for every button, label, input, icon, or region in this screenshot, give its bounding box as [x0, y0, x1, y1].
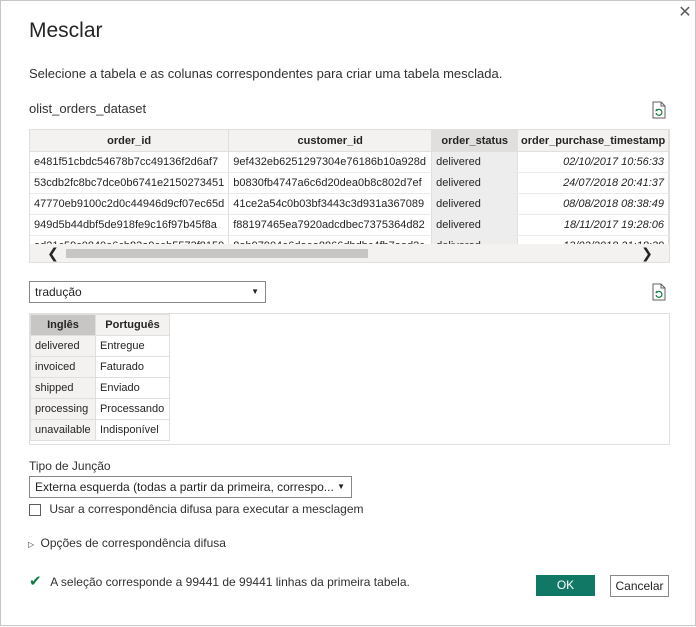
table-cell: 13/02/2018 21:18:39 — [517, 235, 669, 244]
table-cell: unavailable — [30, 419, 96, 441]
dialog-subtitle: Selecione a tabela e as colunas correspo… — [29, 66, 503, 81]
table-row: 47770eb9100c2d0c44946d9cf07ec65d 41ce2a5… — [30, 193, 669, 215]
chevron-right-icon: ▷ — [28, 540, 35, 549]
close-icon[interactable]: ✕ — [675, 3, 695, 23]
table-cell: delivered — [30, 335, 96, 357]
refresh-preview-icon[interactable] — [651, 283, 667, 301]
table-cell: invoiced — [30, 356, 96, 378]
match-status: ✔ A seleção corresponde a 99441 de 99441… — [29, 572, 410, 590]
scrollbar-thumb[interactable] — [66, 249, 368, 258]
table-cell: Enviado — [95, 377, 170, 399]
second-table-preview[interactable]: Inglês Português delivered Entregue invo… — [29, 313, 670, 445]
scroll-left-icon[interactable]: ❮ — [44, 244, 62, 262]
table-row: 53cdb2fc8bc7dce0b6741e2150273451 b0830fb… — [30, 172, 669, 194]
match-status-text: A seleção corresponde a 99441 de 99441 l… — [50, 575, 410, 589]
join-type-label: Tipo de Junção — [29, 459, 111, 473]
table-row: e481f51cbdc54678b7cc49136f2d6af7 9ef432e… — [30, 151, 669, 173]
checkmark-icon: ✔ — [29, 573, 42, 590]
table-cell: 949d5b44dbf5de918fe9c16f97b45f8a — [30, 214, 230, 236]
table-cell: Entregue — [95, 335, 170, 357]
table-cell: Faturado — [95, 356, 170, 378]
table-cell: Indisponível — [95, 419, 170, 441]
table-cell: 18/11/2017 19:28:06 — [517, 214, 669, 236]
first-table-name: olist_orders_dataset — [29, 101, 147, 116]
horizontal-scrollbar[interactable]: ❮ ❯ — [30, 244, 669, 262]
table-cell: delivered — [431, 193, 519, 215]
table-cell: e481f51cbdc54678b7cc49136f2d6af7 — [30, 151, 230, 173]
join-type-value: Externa esquerda (todas a partir da prim… — [35, 480, 334, 494]
fuzzy-match-label[interactable]: Usar a correspondência difusa para execu… — [49, 502, 363, 516]
fuzzy-options-expander[interactable]: ▷ Opções de correspondência difusa — [28, 536, 226, 550]
second-table-dropdown-value: tradução — [35, 285, 82, 299]
table-cell: 41ce2a54c0b03bf3443c3d931a367089 — [228, 193, 433, 215]
table-row: invoiced Faturado — [30, 356, 170, 378]
chevron-down-icon: ▼ — [251, 287, 259, 296]
fuzzy-options-label: Opções de correspondência difusa — [40, 536, 226, 550]
fuzzy-match-option: Usar a correspondência difusa para execu… — [29, 502, 364, 516]
column-header-ingles[interactable]: Inglês — [30, 314, 96, 336]
merge-dialog: ✕ Mesclar Selecione a tabela e as coluna… — [0, 0, 696, 626]
table-cell: processing — [30, 398, 96, 420]
table-row: shipped Enviado — [30, 377, 170, 399]
table-cell: f88197465ea7920adcdbec7375364d82 — [228, 214, 433, 236]
table-cell: delivered — [431, 172, 519, 194]
table-cell: 24/07/2018 20:41:37 — [517, 172, 669, 194]
table-cell: 47770eb9100c2d0c44946d9cf07ec65d — [30, 193, 230, 215]
ok-button[interactable]: OK — [536, 575, 595, 596]
second-table-dropdown[interactable]: tradução ▼ — [29, 281, 266, 303]
refresh-preview-icon[interactable] — [651, 101, 667, 119]
join-type-select[interactable]: Externa esquerda (todas a partir da prim… — [29, 476, 352, 498]
table-cell: delivered — [431, 214, 519, 236]
column-header-order-id[interactable]: order_id — [30, 130, 230, 152]
table-cell: b0830fb4747a6c6d20dea0b8c802d7ef — [228, 172, 433, 194]
table-cell: delivered — [431, 235, 519, 244]
table-cell: delivered — [431, 151, 519, 173]
first-table-preview[interactable]: order_id customer_id order_status order_… — [29, 129, 670, 263]
cancel-button[interactable]: Cancelar — [610, 575, 669, 597]
dialog-title: Mesclar — [29, 19, 103, 42]
table-row: processing Processando — [30, 398, 170, 420]
column-header-order-status[interactable]: order_status — [431, 130, 519, 152]
chevron-down-icon: ▼ — [337, 482, 345, 491]
table-cell: shipped — [30, 377, 96, 399]
table-cell: 08/08/2018 08:38:49 — [517, 193, 669, 215]
scroll-right-icon[interactable]: ❯ — [638, 244, 656, 262]
table-row: delivered Entregue — [30, 335, 170, 357]
table-cell: 53cdb2fc8bc7dce0b6741e2150273451 — [30, 172, 230, 194]
fuzzy-match-checkbox[interactable] — [29, 503, 41, 516]
column-header-order-purchase-timestamp[interactable]: order_purchase_timestamp — [517, 130, 669, 152]
table-header-row: order_id customer_id order_status order_… — [30, 130, 669, 152]
column-header-customer-id[interactable]: customer_id — [228, 130, 433, 152]
table-cell: 8ab97904e6daea8866dbdbc4fb7aad2c — [228, 235, 433, 244]
table-header-row: Inglês Português — [30, 314, 170, 336]
table-row: unavailable Indisponível — [30, 419, 170, 441]
table-cell: ad21c59c0840e6cb83a9ceb5573f8159 — [30, 235, 230, 244]
table-cell: 9ef432eb6251297304e76186b10a928d — [228, 151, 433, 173]
table-cell: 02/10/2017 10:56:33 — [517, 151, 669, 173]
column-header-portugues[interactable]: Português — [95, 314, 170, 336]
table-row: 949d5b44dbf5de918fe9c16f97b45f8a f881974… — [30, 214, 669, 236]
table-cell: Processando — [95, 398, 170, 420]
table-row: ad21c59c0840e6cb83a9ceb5573f8159 8ab9790… — [30, 235, 669, 244]
